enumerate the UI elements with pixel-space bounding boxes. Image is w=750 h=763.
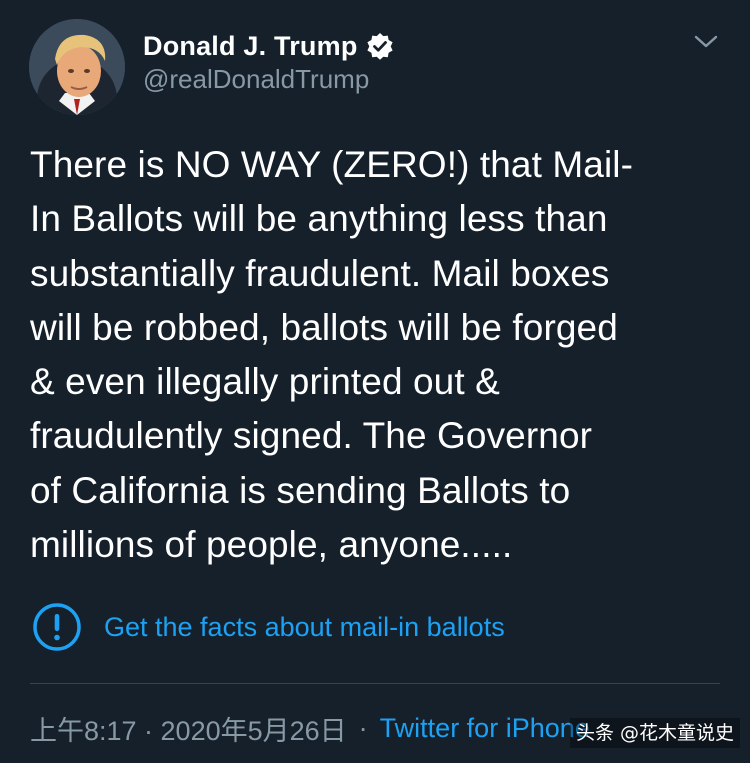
tweet-body-text: There is NO WAY (ZERO!) that Mail- In Ba… [30, 144, 634, 566]
chevron-down-icon [694, 35, 718, 48]
user-handle[interactable]: @realDonaldTrump [143, 64, 369, 95]
get-the-facts-link[interactable]: Get the facts about mail-in ballots [104, 612, 505, 643]
meta-separator: · [358, 712, 368, 743]
avatar-photo [29, 19, 125, 115]
verified-badge-icon [366, 32, 394, 60]
watermark: 头条 @花木童说史 [570, 718, 741, 748]
exclamation-circle-icon [32, 602, 82, 652]
display-name[interactable]: Donald J. Trump [143, 31, 358, 62]
tweet-meta: 上午8:17 · 2020年5月26日 · Twitter for iPhone [30, 710, 590, 746]
tweet-card: Donald J. Trump @realDonaldTrump There i… [0, 0, 750, 763]
tweet-source-link[interactable]: Twitter for iPhone [380, 713, 590, 744]
tweet-menu-button[interactable] [690, 28, 722, 56]
tweet-timestamp[interactable]: 上午8:17 · 2020年5月26日 [30, 709, 347, 748]
author-row: Donald J. Trump [143, 28, 394, 64]
divider [30, 683, 720, 684]
fact-check-notice[interactable]: Get the facts about mail-in ballots [32, 602, 505, 652]
avatar[interactable] [29, 19, 125, 115]
